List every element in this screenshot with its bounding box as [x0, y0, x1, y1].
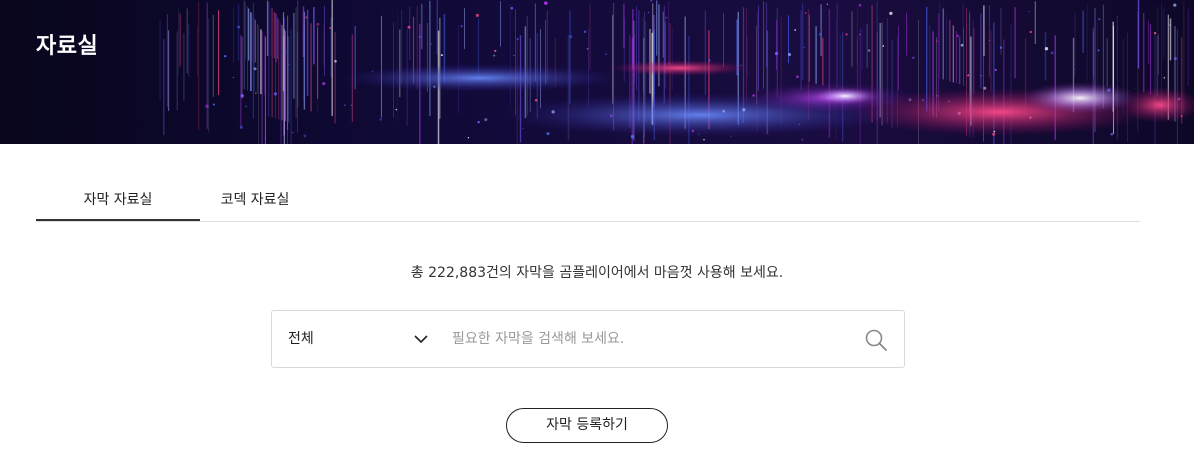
- summary-text: 총 222,883건의 자막을 곰플레이어에서 마음껏 사용해 보세요.: [410, 265, 784, 281]
- hero-background-art: [0, 0, 1194, 144]
- search-icon: [865, 329, 887, 351]
- search-button[interactable]: [862, 326, 890, 354]
- search-box: 전체: [271, 310, 905, 368]
- chevron-down-icon: [414, 335, 428, 344]
- category-select-value: 전체: [288, 331, 314, 347]
- page: 자료실 자막 자료실 코덱 자료실 총 222,883건의 자막을 곰플레이어에…: [0, 0, 1194, 459]
- tab-subtitle-library[interactable]: 자막 자료실: [36, 180, 200, 221]
- register-subtitle-button[interactable]: 자막 등록하기: [506, 408, 668, 443]
- hero-banner: 자료실: [0, 0, 1194, 144]
- tab-codec-library[interactable]: 코덱 자료실: [200, 180, 310, 220]
- search-input[interactable]: [440, 319, 852, 359]
- tab-bar: 자막 자료실 코덱 자료실: [36, 180, 1140, 222]
- category-select[interactable]: 전체: [272, 311, 438, 367]
- page-title: 자료실: [36, 34, 99, 59]
